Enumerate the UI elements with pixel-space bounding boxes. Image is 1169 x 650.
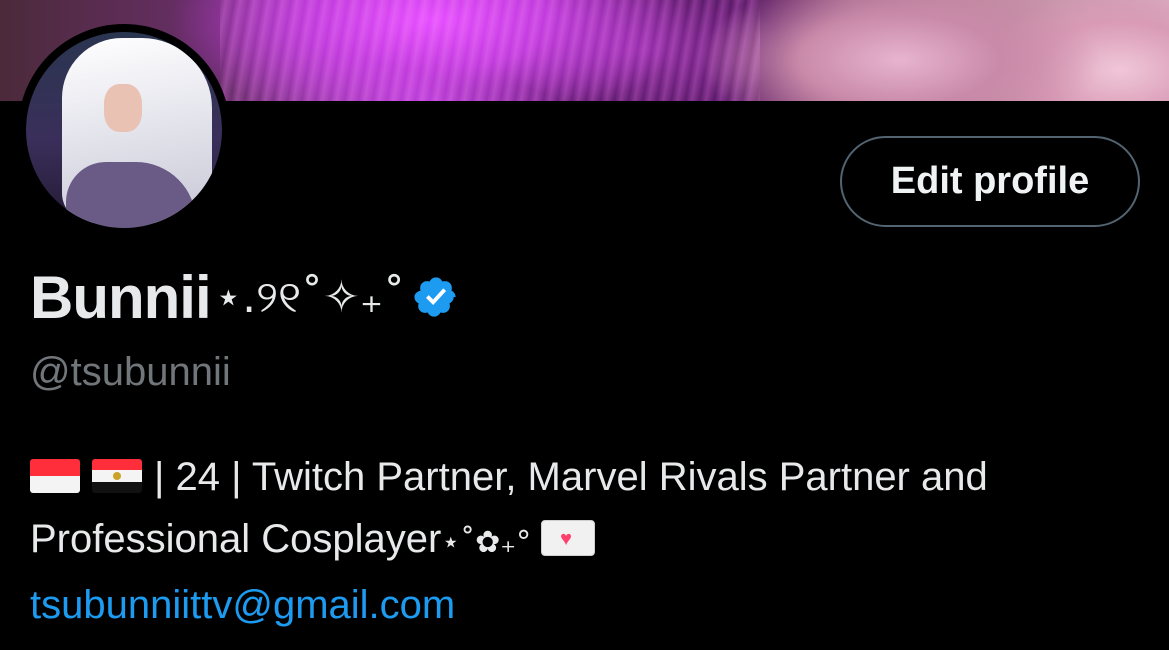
display-name-row: Bunnii ⋆.୨୧˚✧₊˚ bbox=[30, 262, 459, 332]
email-link[interactable]: tsubunniittv@gmail.com bbox=[30, 574, 1150, 636]
indonesia-flag-icon bbox=[30, 459, 80, 493]
display-name: Bunnii bbox=[30, 263, 212, 331]
avatar-face bbox=[104, 84, 142, 132]
bio-decoration: ⋆˚✿₊° bbox=[441, 525, 532, 560]
display-name-decoration: ⋆.୨୧˚✧₊˚ bbox=[214, 271, 406, 323]
user-handle: @tsubunnii bbox=[30, 350, 231, 394]
egypt-flag-icon bbox=[92, 459, 142, 493]
bio-line-1: | 24 | Twitch Partner, Marvel Rivals Par… bbox=[30, 446, 1150, 508]
bio-text-line-2: Professional Cosplayer bbox=[30, 517, 442, 561]
verified-badge-icon[interactable] bbox=[413, 274, 459, 320]
banner-hair-streaks bbox=[220, 0, 760, 101]
edit-profile-button[interactable]: Edit profile bbox=[840, 136, 1140, 227]
love-letter-icon: ♥ bbox=[541, 520, 596, 556]
avatar[interactable] bbox=[26, 32, 222, 228]
bio-line-2: Professional Cosplayer⋆˚✿₊° ♥ bbox=[30, 508, 1150, 574]
profile-bio: | 24 | Twitch Partner, Marvel Rivals Par… bbox=[30, 446, 1150, 636]
bio-text-line-1: | 24 | Twitch Partner, Marvel Rivals Par… bbox=[154, 455, 988, 499]
